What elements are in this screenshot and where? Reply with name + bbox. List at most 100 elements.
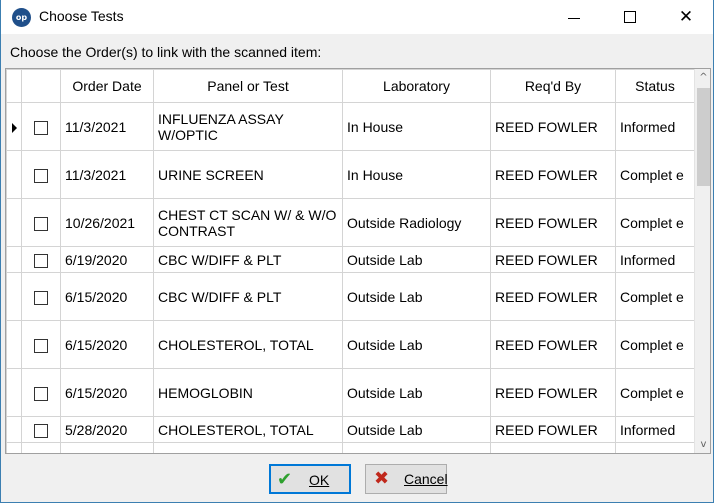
order-date-cell: 10/26/2021 (60, 198, 154, 247)
table-row[interactable]: 6/15/2020 CBC W/DIFF & PLT Outside Lab REED… (6, 272, 695, 321)
reqd-by-cell: REED FOWLER (490, 416, 616, 443)
select-checkbox[interactable] (34, 168, 48, 183)
panel-or-test-cell: CHEST CT SCAN W/ & W/O CONTRAST (153, 198, 343, 247)
cancel-button[interactable]: ✖ Cancel (365, 464, 448, 494)
ok-button[interactable]: ✔ OK (269, 464, 351, 494)
cut-off-cell (6, 442, 22, 453)
status-cell: Complet e (615, 150, 695, 199)
reqd-by-cell: REED FOWLER (490, 198, 616, 247)
column-header-order-date[interactable]: Order Date (60, 69, 154, 103)
laboratory-cell: Outside Lab (342, 416, 491, 443)
panel-or-test-cell: CHOLESTEROL, TOTAL (153, 416, 343, 443)
row-checkbox (21, 198, 61, 247)
scrollbar-thumb[interactable] (697, 88, 710, 186)
table-row[interactable]: 11/3/2021 INFLUENZA ASSAY W/OPTIC In House… (6, 102, 695, 151)
column-header-laboratory[interactable]: Laboratory (342, 69, 491, 103)
laboratory-cell: In House (342, 102, 491, 151)
header-row: Order Date Panel or Test Laboratory Req'… (6, 69, 695, 103)
status-cell: Informed (615, 416, 695, 443)
order-date-cell: 5/28/2020 (60, 416, 154, 443)
title-bar[interactable]: op Choose Tests ✕ (1, 0, 713, 34)
current-row-arrow-icon (12, 122, 17, 133)
table-row[interactable]: 6/15/2020 HEMOGLOBIN Outside Lab REED FOWLE… (6, 368, 695, 417)
checkbox-header (21, 69, 61, 103)
choose-tests-dialog: op Choose Tests ✕ Choose the Order(s) to… (0, 0, 714, 503)
row-indicator (6, 368, 22, 417)
minimize-icon (568, 18, 580, 19)
reqd-by-cell: REED FOWLER (490, 368, 616, 417)
table-row[interactable]: 5/28/2020 CHOLESTEROL, TOTAL Outside Lab RE… (6, 416, 695, 443)
instruction-label: Choose the Order(s) to link with the sca… (10, 44, 322, 60)
panel-or-test-cell: HEMOGLOBIN (153, 368, 343, 417)
cancel-x-icon: ✖ (374, 468, 390, 489)
table-row[interactable] (6, 442, 695, 453)
laboratory-cell: Outside Radiology (342, 198, 491, 247)
reqd-by-cell: REED FOWLER (490, 320, 616, 369)
select-checkbox[interactable] (34, 338, 48, 353)
vertical-scrollbar[interactable]: ^ v (694, 69, 710, 453)
maximize-button[interactable] (607, 0, 653, 34)
panel-or-test-cell: CHOLESTEROL, TOTAL (153, 320, 343, 369)
row-indicator (6, 320, 22, 369)
panel-or-test-cell: URINE SCREEN (153, 150, 343, 199)
scroll-down-arrow-icon[interactable]: v (695, 436, 710, 453)
reqd-by-cell: REED FOWLER (490, 272, 616, 321)
laboratory-cell: Outside Lab (342, 320, 491, 369)
select-checkbox[interactable] (34, 423, 48, 438)
order-date-cell: 6/15/2020 (60, 320, 154, 369)
orders-grid[interactable]: Order Date Panel or Test Laboratory Req'… (5, 68, 711, 454)
row-indicator (6, 198, 22, 247)
reqd-by-cell: REED FOWLER (490, 102, 616, 151)
table-row[interactable]: 6/19/2020 CBC W/DIFF & PLT Outside Lab REED… (6, 246, 695, 273)
ok-button-label: OK (309, 472, 330, 488)
select-checkbox[interactable] (34, 290, 48, 305)
laboratory-cell: Outside Lab (342, 368, 491, 417)
row-indicator (6, 416, 22, 443)
indicator-header (6, 69, 22, 103)
column-header-status[interactable]: Status (615, 69, 695, 103)
app-logo-icon: op (12, 8, 31, 27)
window-title: Choose Tests (39, 8, 124, 24)
row-indicator (6, 246, 22, 273)
cut-off-cell (490, 442, 616, 453)
scroll-up-arrow-icon[interactable]: ^ (695, 69, 710, 86)
cut-off-cell (615, 442, 695, 453)
table-row[interactable]: 11/3/2021 URINE SCREEN In House REED FOWLER… (6, 150, 695, 199)
table-row[interactable]: 6/15/2020 CHOLESTEROL, TOTAL Outside Lab RE… (6, 320, 695, 369)
checkmark-icon: ✔ (277, 469, 293, 490)
close-button[interactable]: ✕ (663, 0, 709, 34)
cancel-button-label: Cancel (404, 471, 448, 487)
row-checkbox (21, 442, 61, 453)
row-checkbox (21, 368, 61, 417)
cut-off-cell (153, 442, 343, 453)
row-checkbox (21, 320, 61, 369)
select-checkbox[interactable] (34, 120, 48, 135)
row-checkbox (21, 102, 61, 151)
panel-or-test-cell: CBC W/DIFF & PLT (153, 272, 343, 321)
laboratory-cell: Outside Lab (342, 246, 491, 273)
reqd-by-cell: REED FOWLER (490, 150, 616, 199)
panel-or-test-cell: INFLUENZA ASSAY W/OPTIC (153, 102, 343, 151)
minimize-button[interactable] (551, 0, 597, 34)
row-checkbox (21, 150, 61, 199)
panel-or-test-cell: CBC W/DIFF & PLT (153, 246, 343, 273)
order-date-cell: 11/3/2021 (60, 150, 154, 199)
order-date-cell: 6/15/2020 (60, 272, 154, 321)
row-checkbox (21, 272, 61, 321)
orders-table: Order Date Panel or Test Laboratory Req'… (6, 69, 695, 453)
row-indicator (6, 102, 22, 151)
order-date-cell: 11/3/2021 (60, 102, 154, 151)
cut-off-cell (60, 442, 154, 453)
reqd-by-cell: REED FOWLER (490, 246, 616, 273)
order-date-cell: 6/15/2020 (60, 368, 154, 417)
column-header-panel-or-test[interactable]: Panel or Test (153, 69, 343, 103)
maximize-icon (624, 11, 636, 23)
table-row[interactable]: 10/26/2021 CHEST CT SCAN W/ & W/O CONTRAS… (6, 198, 695, 247)
column-header-reqd-by[interactable]: Req'd By (490, 69, 616, 103)
status-cell: Complet e (615, 320, 695, 369)
select-checkbox[interactable] (34, 386, 48, 401)
close-icon: ✕ (678, 7, 694, 27)
row-checkbox (21, 416, 61, 443)
select-checkbox[interactable] (34, 253, 48, 268)
select-checkbox[interactable] (34, 216, 48, 231)
